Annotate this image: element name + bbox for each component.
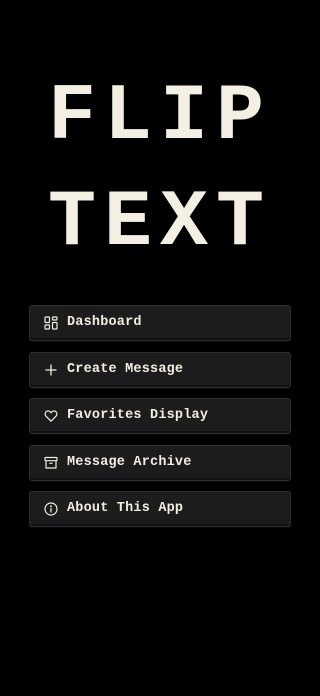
dashboard-grid-icon [44, 316, 58, 330]
create-message-label: Create Message [67, 361, 184, 377]
plus-icon [44, 363, 58, 377]
info-circle-icon [44, 502, 58, 516]
dashboard-button[interactable]: Dashboard [29, 305, 291, 341]
favorites-display-label: Favorites Display [67, 408, 209, 423]
main-menu: Dashboard Create Message Favorites Displ… [29, 305, 291, 538]
app-title-line-2: TEXT [47, 178, 273, 269]
heart-icon [44, 409, 58, 423]
about-this-app-button[interactable]: About This App [29, 491, 291, 527]
create-message-button[interactable]: Create Message [29, 351, 291, 388]
app-title-line-1: FLIP [47, 72, 273, 163]
archive-box-icon [44, 456, 58, 470]
dashboard-label: Dashboard [67, 315, 142, 330]
message-archive-button[interactable]: Message Archive [29, 444, 291, 481]
home-screen: FLIP TEXT Dashboard Create Message Favor… [0, 0, 320, 696]
about-this-app-label: About This App [67, 501, 184, 516]
message-archive-label: Message Archive [67, 454, 192, 470]
favorites-display-button[interactable]: Favorites Display [29, 398, 291, 434]
